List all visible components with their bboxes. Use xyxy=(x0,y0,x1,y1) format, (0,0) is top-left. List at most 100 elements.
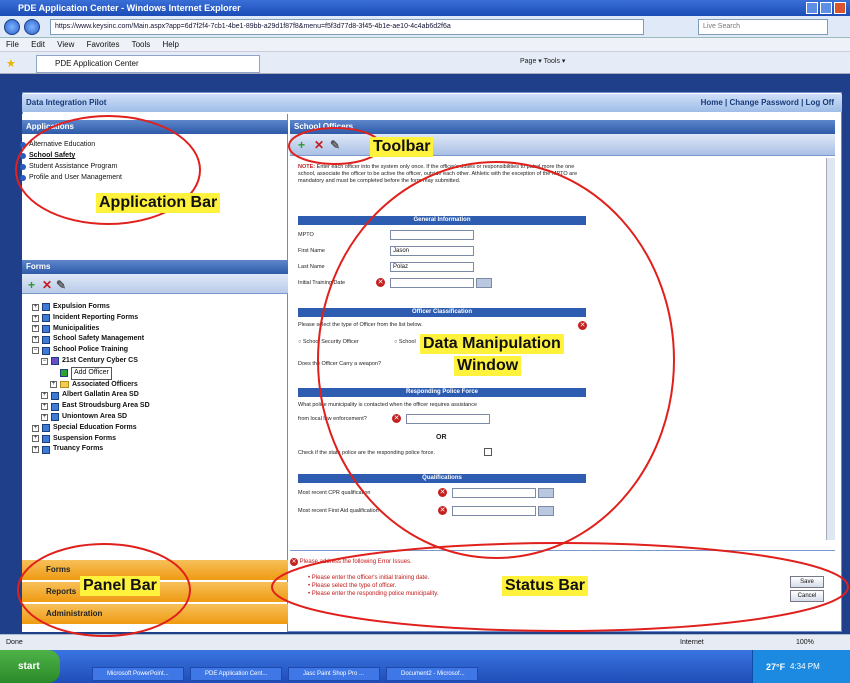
tree-item-label: Expulsion Forms xyxy=(53,303,110,310)
annotation-data-window-line1: Data Manipulation xyxy=(420,334,564,354)
panel-bar-administration[interactable]: Administration xyxy=(22,604,288,624)
cpr-date-field[interactable] xyxy=(452,488,536,498)
list-item[interactable]: Student Assistance Program xyxy=(20,161,122,172)
training-date-field[interactable] xyxy=(390,278,474,288)
address-bar[interactable]: https://www.keysinc.com/Main.aspx?app=6d… xyxy=(50,19,644,35)
status-heading: ✕ Please address the following Error Iss… xyxy=(290,558,412,566)
form-icon xyxy=(51,413,59,422)
minimize-icon[interactable] xyxy=(806,2,818,14)
expand-toggle-icon[interactable]: + xyxy=(32,314,39,322)
menu-favorites[interactable]: Favorites xyxy=(87,40,120,49)
tree-item[interactable]: + School Safety Management xyxy=(32,334,150,345)
tree-item[interactable]: + Special Education Forms xyxy=(32,423,150,434)
tree-item[interactable]: + East Stroudsburg Area SD xyxy=(32,401,150,412)
expand-toggle-icon[interactable]: + xyxy=(32,336,39,344)
favorites-star-icon[interactable]: ★ xyxy=(6,57,16,70)
start-button[interactable]: start xyxy=(0,650,60,683)
annotation-panel-bar: Panel Bar xyxy=(80,576,160,596)
municipality-field[interactable] xyxy=(406,414,490,424)
tree-item[interactable]: + Associated Officers xyxy=(32,380,150,391)
list-item[interactable]: Alternative Education xyxy=(20,139,122,150)
close-icon[interactable] xyxy=(834,2,846,14)
delete-icon[interactable]: ✕ xyxy=(42,279,52,291)
tree-item[interactable]: + Municipalities xyxy=(32,324,150,335)
maximize-icon[interactable] xyxy=(820,2,832,14)
menu-view[interactable]: View xyxy=(57,40,74,49)
applications-pane-title: Applications xyxy=(22,120,288,134)
tree-item[interactable]: − School Police Training xyxy=(32,345,150,356)
header-links[interactable]: Home | Change Password | Log Off xyxy=(701,94,834,112)
expand-toggle-icon[interactable]: + xyxy=(50,381,57,389)
training-date-label: Initial Training Date xyxy=(298,280,346,286)
tree-item[interactable]: + Albert Gallatin Area SD xyxy=(32,390,150,401)
menu-edit[interactable]: Edit xyxy=(31,40,45,49)
edit-icon[interactable]: ✎ xyxy=(330,139,340,151)
form-scrollbar[interactable] xyxy=(826,158,835,540)
tree-item[interactable]: + Expulsion Forms xyxy=(32,302,150,313)
option-other-officer[interactable]: ○ School xyxy=(394,339,416,345)
expand-toggle-icon[interactable]: + xyxy=(41,392,48,400)
calendar-icon[interactable] xyxy=(538,506,554,516)
save-button[interactable]: Save xyxy=(790,576,824,588)
task-document2[interactable]: Document2 - Microsof... xyxy=(386,667,478,681)
expand-toggle-icon[interactable]: + xyxy=(32,303,39,311)
browser-title-bar: PDE Application Center - Windows Interne… xyxy=(0,0,850,16)
forward-icon[interactable] xyxy=(24,19,40,35)
task-pde-application-center[interactable]: PDE Application Cent... xyxy=(190,667,282,681)
list-item[interactable]: Profile and User Management xyxy=(20,172,122,183)
task-paint-shop-pro[interactable]: Jasc Paint Shop Pro ... xyxy=(288,667,380,681)
expand-toggle-icon[interactable]: + xyxy=(32,446,39,454)
tree-item[interactable]: Add Officer xyxy=(32,366,150,380)
expand-toggle-icon[interactable]: + xyxy=(32,325,39,333)
form-icon xyxy=(51,391,59,400)
delete-icon[interactable]: ✕ xyxy=(314,139,324,151)
menu-tools[interactable]: Tools xyxy=(132,40,151,49)
or-separator: OR xyxy=(436,434,447,441)
expand-toggle-icon[interactable]: + xyxy=(41,403,48,411)
mpto-field[interactable] xyxy=(390,230,474,240)
first-name-field[interactable]: Jason xyxy=(390,246,474,256)
last-name-label: Last Name xyxy=(298,264,325,270)
back-icon[interactable] xyxy=(4,19,20,35)
tree-item[interactable]: + Suspension Forms xyxy=(32,434,150,445)
menu-help[interactable]: Help xyxy=(163,40,179,49)
task-powerpoint[interactable]: Microsoft PowerPoint... xyxy=(92,667,184,681)
tree-item[interactable]: + Uniontown Area SD xyxy=(32,412,150,423)
menu-file[interactable]: File xyxy=(6,40,19,49)
option-school-security-officer[interactable]: ○ School Security Officer xyxy=(298,339,359,345)
status-zoom[interactable]: 100% xyxy=(796,635,814,651)
tab-pde-application-center[interactable]: PDE Application Center xyxy=(36,55,260,73)
add-icon[interactable]: + xyxy=(28,279,35,291)
forms-toolbar: + ✕ ✎ xyxy=(22,274,288,294)
last-name-field[interactable]: Polaz xyxy=(390,262,474,272)
first-aid-label: Most recent First Aid qualification xyxy=(298,508,379,514)
school-icon xyxy=(51,357,59,366)
tree-item[interactable]: − 21st Century Cyber CS xyxy=(32,356,150,367)
tree-item-label: Truancy Forms xyxy=(53,445,104,453)
tree-item[interactable]: + Truancy Forms xyxy=(32,444,150,455)
calendar-icon[interactable] xyxy=(476,278,492,288)
command-bar[interactable]: Page ▾ Tools ▾ xyxy=(520,57,565,65)
tree-item[interactable]: + Incident Reporting Forms xyxy=(32,313,150,324)
add-icon[interactable]: + xyxy=(298,139,305,151)
expand-toggle-icon[interactable]: + xyxy=(41,413,48,421)
expand-toggle-icon[interactable]: − xyxy=(32,347,39,355)
app-header: Data Integration Pilot Home | Change Pas… xyxy=(22,94,842,112)
expand-toggle-icon[interactable]: − xyxy=(41,357,48,365)
tree-item-label: School Safety Management xyxy=(53,335,145,343)
calendar-icon[interactable] xyxy=(538,488,554,498)
list-item[interactable]: School Safety xyxy=(20,150,122,161)
expand-toggle-icon[interactable]: + xyxy=(32,424,39,432)
first-aid-date-field[interactable] xyxy=(452,506,536,516)
edit-icon[interactable]: ✎ xyxy=(56,279,66,291)
search-input[interactable]: Live Search xyxy=(698,19,828,35)
expand-toggle-icon[interactable]: + xyxy=(32,435,39,443)
form-icon xyxy=(42,424,50,433)
first-name-label: First Name xyxy=(298,248,325,254)
tree-item-label: Suspension Forms xyxy=(53,434,117,442)
state-police-checkbox[interactable] xyxy=(484,448,492,456)
local-law-label: from local law enforcement? xyxy=(298,416,367,422)
cancel-button[interactable]: Cancel xyxy=(790,590,824,602)
tree-item-label: Uniontown Area SD xyxy=(62,412,128,420)
tree-item-label: Incident Reporting Forms xyxy=(53,313,139,321)
